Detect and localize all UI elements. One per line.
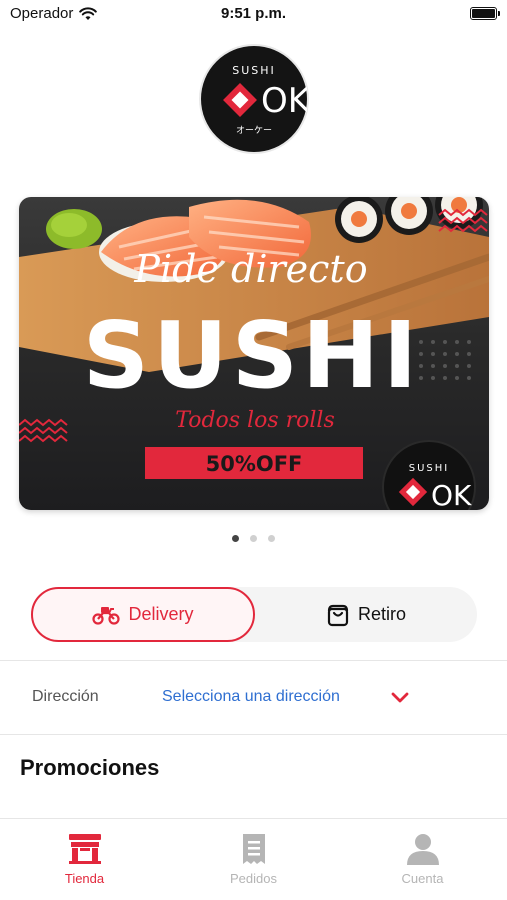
carousel-dot[interactable]	[232, 535, 239, 542]
address-label: Dirección	[32, 688, 99, 705]
receipt-icon	[242, 834, 265, 864]
user-icon	[406, 834, 439, 865]
tab-orders-label: Pedidos	[230, 871, 277, 886]
delivery-mode-toggle: Delivery Retiro	[31, 587, 477, 642]
banner-logo-main-text: OK	[431, 479, 472, 510]
tab-account[interactable]: Cuenta	[338, 831, 507, 891]
logo-bottom-text: オーケー	[236, 125, 272, 136]
divider	[0, 660, 507, 661]
pickup-option-label: Retiro	[357, 604, 406, 624]
status-bar: Operador 9:51 p.m.	[0, 0, 507, 30]
store-icon	[68, 834, 101, 864]
promo-banner[interactable]: Pide directo SUSHI Todos los rolls 50%OF…	[19, 197, 489, 510]
banner-script-text: Pide directo	[133, 247, 367, 291]
carousel-dot[interactable]	[250, 535, 257, 542]
tab-store-label: Tienda	[64, 871, 105, 886]
promotions-title: Promociones	[20, 755, 160, 780]
chevron-down-icon[interactable]	[390, 690, 410, 706]
carousel-dots[interactable]	[0, 535, 507, 542]
tab-account-label: Cuenta	[401, 871, 444, 886]
logo-main-text: OK	[261, 81, 307, 121]
delivery-option-button[interactable]: Delivery	[31, 587, 255, 642]
tab-store[interactable]: Tienda	[0, 831, 169, 891]
delivery-option-label: Delivery	[128, 604, 194, 624]
tab-orders[interactable]: Pedidos	[169, 831, 338, 891]
banner-badge-text: 50%OFF	[206, 452, 303, 476]
banner-headline: SUSHI	[83, 302, 421, 409]
carousel-dot[interactable]	[268, 535, 275, 542]
brand-logo: SUSHI OK オーケー	[201, 46, 307, 152]
shopping-bag-icon	[327, 604, 349, 626]
status-time: 9:51 p.m.	[220, 5, 287, 22]
motorcycle-icon	[92, 606, 121, 625]
pickup-option-button[interactable]: Retiro	[255, 587, 477, 642]
divider	[0, 734, 507, 735]
address-select[interactable]: Selecciona una dirección	[162, 688, 340, 706]
battery-icon	[470, 7, 500, 20]
logo-top-text: SUSHI	[232, 64, 276, 77]
tab-bar: Tienda Pedidos Cuenta	[0, 818, 507, 900]
banner-subline: Todos los rolls	[175, 408, 335, 433]
banner-logo-top-text: SUSHI	[409, 463, 449, 474]
